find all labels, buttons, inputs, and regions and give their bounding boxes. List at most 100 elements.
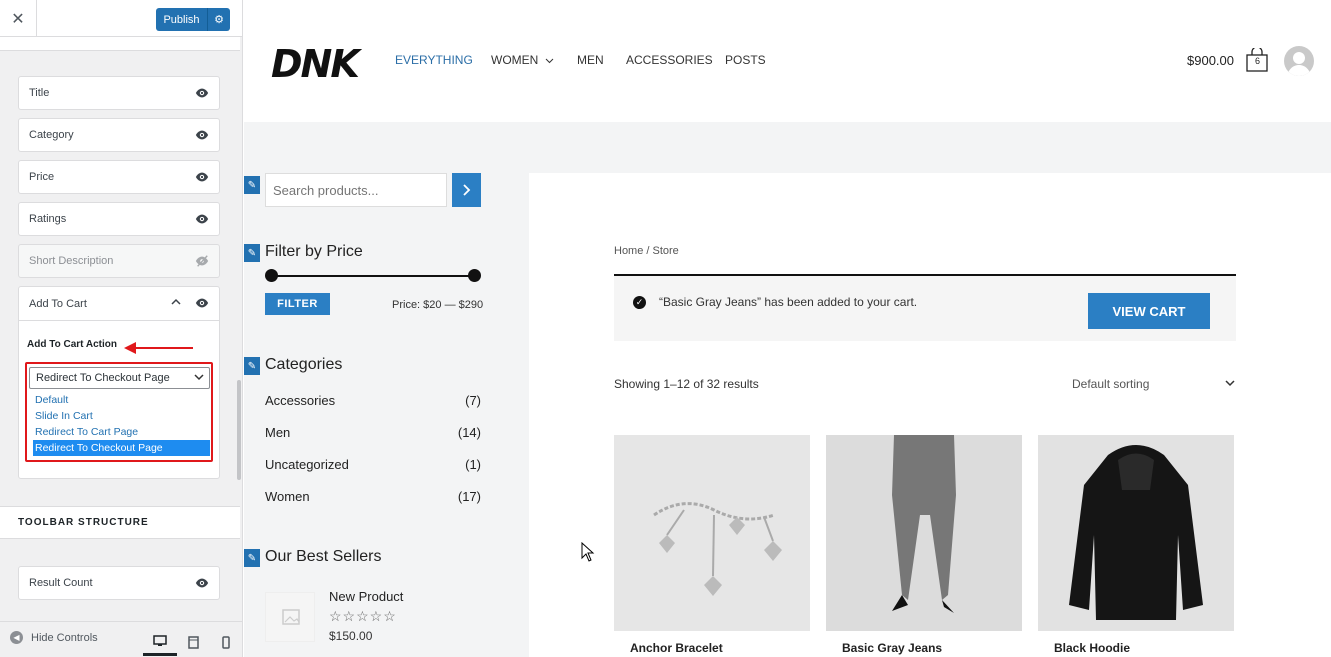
customizer-panel: ✕ Publish ⚙ Title Category Price Ratings… bbox=[0, 0, 243, 657]
product-placeholder-image[interactable] bbox=[265, 592, 315, 642]
hide-controls-label: Hide Controls bbox=[31, 631, 98, 644]
eye-icon[interactable] bbox=[195, 170, 209, 184]
nav-women[interactable]: WOMEN bbox=[491, 53, 554, 67]
add-to-cart-action-select[interactable]: Redirect To Checkout Page bbox=[29, 367, 210, 389]
eye-icon[interactable] bbox=[195, 86, 209, 100]
element-label: Price bbox=[29, 171, 55, 183]
filter-price-title: Filter by Price bbox=[265, 243, 363, 260]
category-uncategorized[interactable]: Uncategorized (1) bbox=[265, 457, 481, 475]
eye-hidden-icon[interactable] bbox=[195, 254, 209, 268]
notice-text: “Basic Gray Jeans” has been added to you… bbox=[659, 295, 918, 309]
nav-everything[interactable]: EVERYTHING bbox=[395, 53, 473, 67]
select-value: Redirect To Checkout Page bbox=[36, 372, 170, 384]
best-sellers-title: Our Best Sellers bbox=[265, 548, 382, 565]
cart-total[interactable]: $900.00 bbox=[1187, 53, 1234, 68]
nav-posts[interactable]: POSTS bbox=[725, 53, 766, 67]
eye-icon[interactable] bbox=[195, 576, 209, 590]
categories-title: Categories bbox=[265, 356, 343, 373]
chevron-down-icon bbox=[545, 58, 554, 64]
edit-pencil-icon[interactable]: ✎ bbox=[244, 549, 260, 567]
price-slider-max-handle[interactable] bbox=[468, 269, 481, 282]
tablet-icon[interactable] bbox=[176, 628, 210, 656]
product-name[interactable]: Black Hoodie bbox=[1054, 641, 1130, 655]
customizer-footer: ◀ Hide Controls bbox=[0, 621, 242, 657]
search-input[interactable] bbox=[265, 173, 447, 207]
site-preview: DNK EVERYTHING WOMEN MEN ACCESSORIES POS… bbox=[244, 0, 1331, 657]
price-range-text: Price: $20 — $290 bbox=[392, 299, 484, 311]
close-icon[interactable]: ✕ bbox=[0, 0, 37, 37]
view-cart-button[interactable]: VIEW CART bbox=[1088, 293, 1210, 329]
mouse-cursor bbox=[581, 542, 595, 562]
best-seller-name[interactable]: New Product bbox=[329, 589, 403, 604]
category-name: Women bbox=[265, 489, 310, 504]
element-title[interactable]: Title bbox=[18, 76, 220, 110]
product-image[interactable] bbox=[614, 435, 810, 631]
price-slider-track[interactable] bbox=[271, 275, 474, 277]
option-slide-in-cart[interactable]: Slide In Cart bbox=[33, 408, 210, 424]
publish-button[interactable]: Publish bbox=[156, 8, 207, 31]
price-slider-min-handle[interactable] bbox=[265, 269, 278, 282]
element-category[interactable]: Category bbox=[18, 118, 220, 152]
collapse-icon: ◀ bbox=[10, 631, 23, 644]
option-redirect-cart[interactable]: Redirect To Cart Page bbox=[33, 424, 210, 440]
chevron-down-icon bbox=[193, 371, 205, 383]
element-label: Title bbox=[29, 87, 50, 99]
element-label: Short Description bbox=[29, 255, 114, 267]
cart-count: 6 bbox=[1254, 56, 1260, 66]
filter-button[interactable]: FILTER bbox=[265, 293, 330, 315]
edit-pencil-icon[interactable]: ✎ bbox=[244, 357, 260, 375]
element-price[interactable]: Price bbox=[18, 160, 220, 194]
hide-controls-button[interactable]: ◀ Hide Controls bbox=[10, 631, 98, 644]
sorting-value: Default sorting bbox=[1072, 377, 1150, 391]
product-card[interactable]: Anchor Bracelet bbox=[614, 435, 810, 655]
avatar[interactable] bbox=[1284, 46, 1314, 76]
best-seller-price: $150.00 bbox=[329, 629, 373, 643]
product-card[interactable]: Black Hoodie bbox=[1038, 435, 1234, 655]
site-logo[interactable]: DNK bbox=[271, 42, 360, 86]
category-men[interactable]: Men (14) bbox=[265, 425, 481, 443]
element-result-count[interactable]: Result Count bbox=[18, 566, 220, 600]
gear-icon[interactable]: ⚙ bbox=[207, 8, 230, 31]
edit-pencil-icon[interactable]: ✎ bbox=[244, 244, 260, 262]
sorting-select[interactable]: Default sorting bbox=[1072, 377, 1235, 391]
chevron-down-icon bbox=[1225, 380, 1235, 387]
add-to-cart-header[interactable]: Add To Cart bbox=[19, 287, 219, 321]
product-name[interactable]: Basic Gray Jeans bbox=[842, 641, 942, 655]
category-count: (17) bbox=[457, 489, 481, 504]
product-name[interactable]: Anchor Bracelet bbox=[630, 641, 723, 655]
product-card[interactable]: Basic Gray Jeans bbox=[826, 435, 1022, 655]
category-name: Men bbox=[265, 425, 291, 440]
check-icon: ✓ bbox=[633, 296, 646, 309]
eye-icon[interactable] bbox=[195, 296, 209, 310]
nav-accessories[interactable]: ACCESSORIES bbox=[626, 53, 713, 67]
element-label: Ratings bbox=[29, 213, 67, 225]
nav-label: WOMEN bbox=[491, 53, 539, 67]
search-submit-button[interactable] bbox=[452, 173, 481, 207]
element-ratings[interactable]: Ratings bbox=[18, 202, 220, 236]
option-default[interactable]: Default bbox=[33, 392, 210, 408]
edit-pencil-icon[interactable]: ✎ bbox=[244, 176, 260, 194]
eye-icon[interactable] bbox=[195, 212, 209, 226]
category-count: (7) bbox=[465, 393, 481, 408]
element-label: Add To Cart bbox=[29, 297, 87, 310]
chevron-right-icon bbox=[463, 184, 471, 196]
eye-icon[interactable] bbox=[195, 128, 209, 142]
select-options: Default Slide In Cart Redirect To Cart P… bbox=[33, 392, 210, 456]
chevron-up-icon[interactable] bbox=[171, 297, 181, 310]
category-count: (1) bbox=[465, 457, 481, 472]
breadcrumb[interactable]: Home / Store bbox=[614, 245, 679, 257]
element-short-description[interactable]: Short Description bbox=[18, 244, 220, 278]
option-redirect-checkout[interactable]: Redirect To Checkout Page bbox=[33, 440, 210, 456]
section-divider bbox=[0, 37, 240, 51]
product-image[interactable] bbox=[1038, 435, 1234, 631]
customizer-header: ✕ Publish ⚙ bbox=[0, 0, 242, 37]
toolbar-structure-heading: TOOLBAR STRUCTURE bbox=[0, 506, 240, 539]
mobile-icon[interactable] bbox=[209, 628, 243, 656]
highlight-box: Redirect To Checkout Page Default Slide … bbox=[25, 362, 213, 462]
category-women[interactable]: Women (17) bbox=[265, 489, 481, 507]
category-accessories[interactable]: Accessories (7) bbox=[265, 393, 481, 411]
product-image[interactable] bbox=[826, 435, 1022, 631]
scrollbar[interactable] bbox=[237, 380, 241, 480]
desktop-icon[interactable] bbox=[143, 628, 177, 656]
nav-men[interactable]: MEN bbox=[577, 53, 604, 67]
